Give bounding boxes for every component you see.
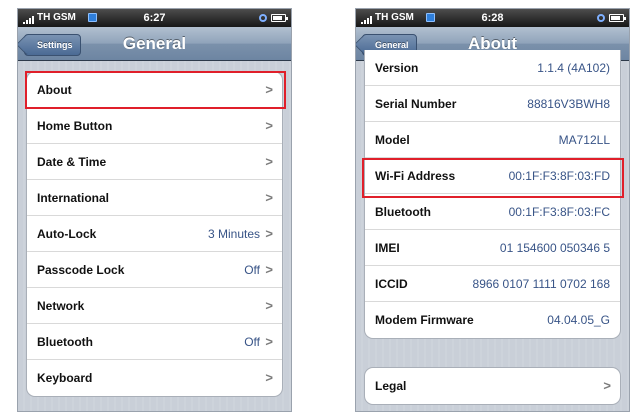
row-label: Model xyxy=(375,133,410,147)
settings-row-about[interactable]: About > xyxy=(27,72,282,108)
row-label: Serial Number xyxy=(375,97,457,111)
row-label: Wi-Fi Address xyxy=(375,169,456,183)
settings-row-home-button[interactable]: Home Button > xyxy=(27,108,282,144)
status-bar: TH GSM 6:27 xyxy=(18,9,291,27)
row-label: About xyxy=(37,83,72,97)
chevron-right-icon: > xyxy=(265,190,273,205)
row-label: Keyboard xyxy=(37,371,93,385)
info-row-iccid: ICCID 8966 0107 1111 0702 168 xyxy=(365,266,620,302)
chevron-right-icon: > xyxy=(265,154,273,169)
rotation-lock-icon xyxy=(259,14,267,22)
row-label: Modem Firmware xyxy=(375,313,474,327)
chevron-right-icon: > xyxy=(265,82,273,97)
row-label: Home Button xyxy=(37,119,113,133)
row-label: Bluetooth xyxy=(37,335,93,349)
chevron-right-icon: > xyxy=(265,334,273,349)
chevron-right-icon: > xyxy=(265,262,273,277)
status-time: 6:28 xyxy=(481,12,504,24)
general-settings-list: About > Home Button > Date & Time > Inte… xyxy=(26,71,283,397)
row-label: Auto-Lock xyxy=(37,227,97,241)
chevron-right-icon: > xyxy=(265,370,273,385)
info-row-version: Version 1.1.4 (4A102) xyxy=(365,50,620,86)
row-label: Passcode Lock xyxy=(37,263,125,277)
info-row-bluetooth: Bluetooth 00:1F:F3:8F:03:FC xyxy=(365,194,620,230)
battery-icon xyxy=(271,14,288,22)
row-label: Legal xyxy=(375,379,407,393)
navigation-bar: Settings General xyxy=(18,27,291,61)
row-value: 00:1F:F3:8F:03:FD xyxy=(508,169,610,183)
row-value: 1.1.4 (4A102) xyxy=(537,61,610,75)
legal-group: Legal > xyxy=(364,367,621,405)
row-label: Bluetooth xyxy=(375,205,431,219)
general-screen: TH GSM 6:27 Settings General About > Hom… xyxy=(17,8,292,412)
row-value: 3 Minutes xyxy=(207,227,260,241)
settings-row-keyboard[interactable]: Keyboard > xyxy=(27,360,282,396)
info-row-wifi-address: Wi-Fi Address 00:1F:F3:8F:03:FD xyxy=(365,158,620,194)
settings-row-international[interactable]: International > xyxy=(27,180,282,216)
settings-row-legal[interactable]: Legal > xyxy=(365,368,620,404)
row-label: International xyxy=(37,191,110,205)
settings-row-passcode-lock[interactable]: Passcode Lock Off > xyxy=(27,252,282,288)
row-value: 01 154600 050346 5 xyxy=(499,241,610,255)
rotation-lock-icon xyxy=(597,14,605,22)
info-row-modem-firmware: Modem Firmware 04.04.05_G xyxy=(365,302,620,338)
chevron-right-icon: > xyxy=(603,378,611,393)
row-value: 00:1F:F3:8F:03:FC xyxy=(508,205,610,219)
chevron-right-icon: > xyxy=(265,298,273,313)
info-row-model: Model MA712LL xyxy=(365,122,620,158)
row-label: Network xyxy=(37,299,85,313)
row-value: 04.04.05_G xyxy=(547,313,610,327)
row-label: Date & Time xyxy=(37,155,107,169)
settings-row-bluetooth[interactable]: Bluetooth Off > xyxy=(27,324,282,360)
settings-row-network[interactable]: Network > xyxy=(27,288,282,324)
battery-icon xyxy=(609,14,626,22)
info-row-serial-number: Serial Number 88816V3BWH8 xyxy=(365,86,620,122)
row-value: 8966 0107 1111 0702 168 xyxy=(472,277,610,291)
row-label: Version xyxy=(375,61,419,75)
info-row-imei: IMEI 01 154600 050346 5 xyxy=(365,230,620,266)
row-value: Off xyxy=(244,263,260,277)
row-value: 88816V3BWH8 xyxy=(527,97,610,111)
row-label: ICCID xyxy=(375,277,408,291)
chevron-right-icon: > xyxy=(265,118,273,133)
page-title: General xyxy=(122,34,187,53)
settings-row-auto-lock[interactable]: Auto-Lock 3 Minutes > xyxy=(27,216,282,252)
row-label: IMEI xyxy=(375,241,400,255)
chevron-right-icon: > xyxy=(265,226,273,241)
status-time: 6:27 xyxy=(143,12,166,24)
about-screen: TH GSM 6:28 General About Version 1.1.4 … xyxy=(355,8,630,412)
about-info-list: Version 1.1.4 (4A102) Serial Number 8881… xyxy=(364,50,621,339)
row-value: MA712LL xyxy=(558,133,610,147)
row-value: Off xyxy=(244,335,260,349)
status-bar: TH GSM 6:28 xyxy=(356,9,629,27)
settings-row-date-time[interactable]: Date & Time > xyxy=(27,144,282,180)
